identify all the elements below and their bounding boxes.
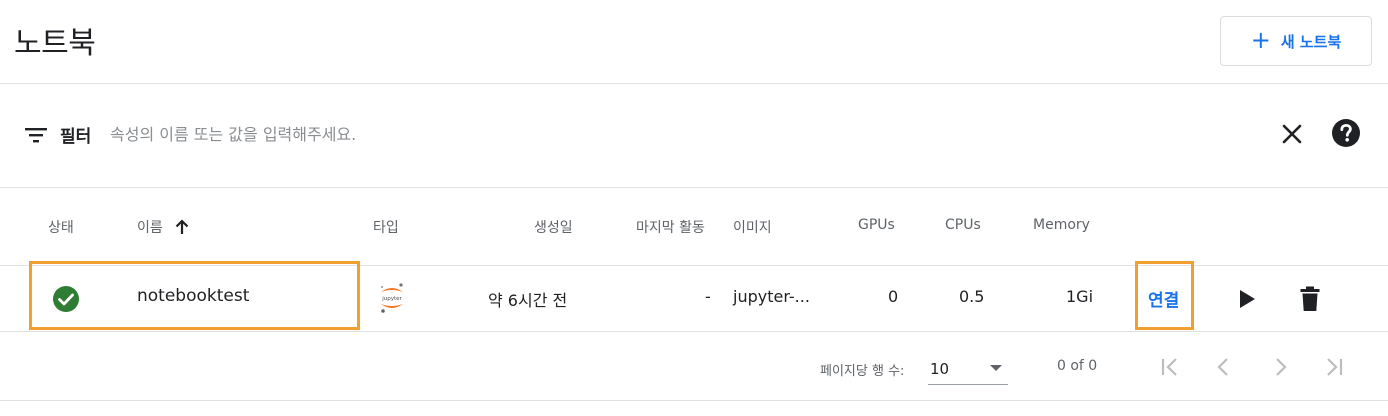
page-range: 0 of 0 [1057,358,1098,374]
new-notebook-label: 새 노트북 [1280,32,1342,51]
page-title: 노트북 [14,26,96,61]
gpus-value: 0 [888,287,899,306]
page-header: 노트북 + 새 노트북 [0,0,1388,84]
close-icon[interactable] [1280,122,1304,146]
filter-label: 필터 [60,127,92,147]
help-icon[interactable] [1331,118,1361,148]
memory-value: 1Gi [1066,287,1094,306]
chevron-down-icon [990,365,1002,371]
arrow-up-icon [175,219,189,234]
column-header-cpus[interactable]: CPUs [945,217,981,233]
check-circle-icon [53,286,79,312]
column-header-type[interactable]: 타입 [373,217,399,237]
column-header-name[interactable]: 이름 [137,217,189,237]
filter-bar: 필터 [0,85,1388,188]
notebooks-page: 노트북 + 새 노트북 필터 상태 이름 타입 [0,0,1388,416]
created-time: 약 6시간 전 [488,291,568,310]
play-icon[interactable] [1238,289,1256,309]
column-header-image[interactable]: 이미지 [733,217,772,237]
previous-page-icon[interactable] [1210,353,1238,381]
table-header: 상태 이름 타입 생성일 마지막 활동 이미지 GPUs CPUs Memory [0,189,1388,266]
next-page-icon[interactable] [1266,353,1294,381]
rows-per-page-label: 페이지당 행 수: [820,364,905,379]
filter-input[interactable] [110,118,810,150]
cpus-value: 0.5 [959,287,985,306]
column-header-last-activity[interactable]: 마지막 활동 [636,217,705,237]
new-notebook-button[interactable]: + 새 노트북 [1220,16,1372,66]
plus-icon: + [1250,26,1271,54]
last-page-icon[interactable] [1320,353,1348,381]
first-page-icon[interactable] [1156,353,1184,381]
column-header-gpus[interactable]: GPUs [858,217,895,233]
image-name: jupyter-... [733,287,810,306]
filter-icon [25,128,47,143]
column-header-created[interactable]: 생성일 [534,217,573,237]
jupyter-logo-icon: jupyter [381,283,403,313]
svg-text:jupyter: jupyter [381,296,402,302]
rows-per-page-value: 10 [930,360,950,378]
connect-link[interactable]: 연결 [1148,286,1179,311]
table-row: notebooktest jupyter 약 6시간 전 - jupyter-.… [0,266,1388,332]
last-activity: - [705,287,711,306]
paginator: 페이지당 행 수: 10 0 of 0 [0,333,1388,401]
trash-icon[interactable] [1300,286,1320,312]
column-header-status[interactable]: 상태 [48,217,74,237]
column-header-memory[interactable]: Memory [1033,217,1090,233]
notebook-name[interactable]: notebooktest [137,286,249,306]
rows-per-page-select[interactable]: 10 [928,351,1008,385]
column-header-name-label: 이름 [137,220,163,236]
